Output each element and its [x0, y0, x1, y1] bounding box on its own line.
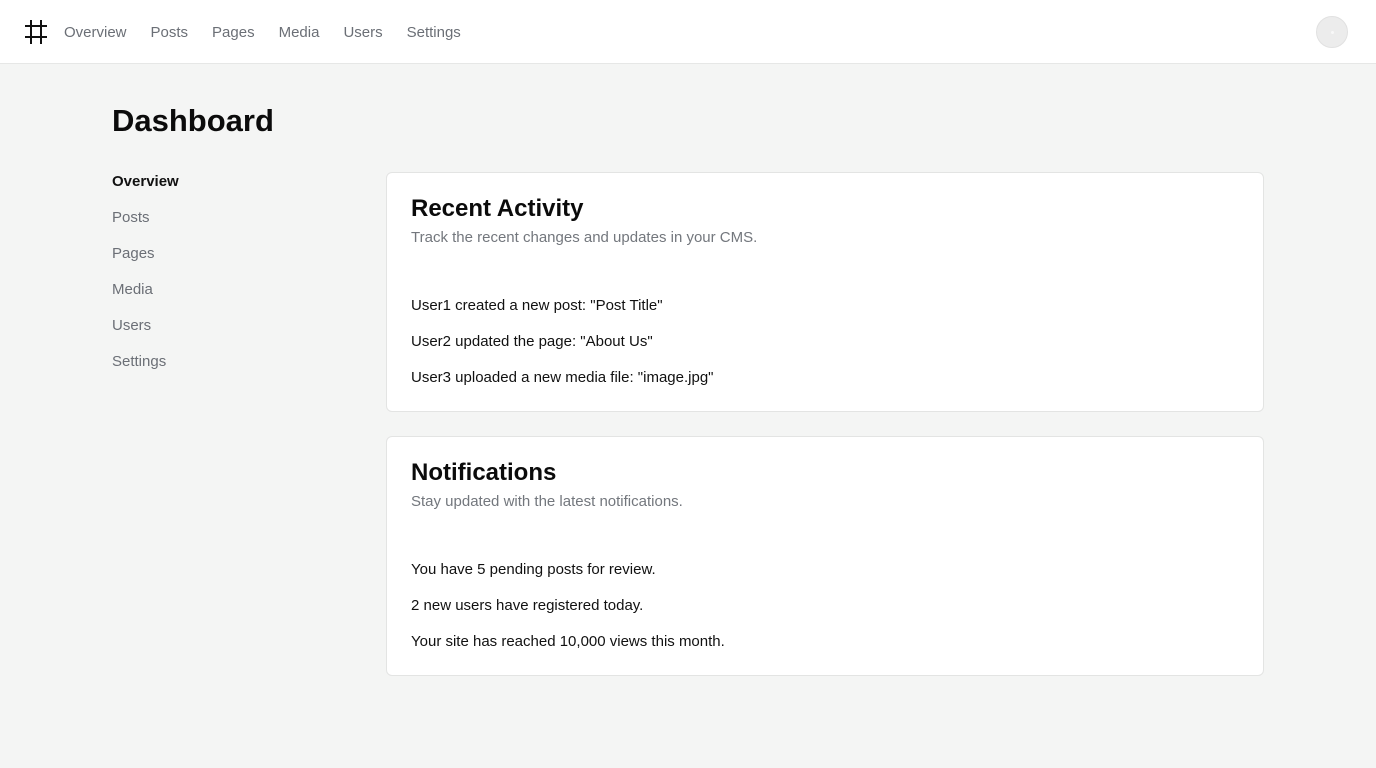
list-item: User1 created a new post: "Post Title" — [411, 297, 663, 314]
top-nav-posts[interactable]: Posts — [151, 24, 189, 41]
list-item: 2 new users have registered today. — [411, 597, 644, 614]
top-nav: Overview Posts Pages Media Users Setting… — [64, 0, 461, 64]
notification-list: You have 5 pending posts for review. 2 n… — [411, 561, 725, 669]
activity-list: User1 created a new post: "Post Title" U… — [411, 297, 714, 405]
card-title: Notifications — [411, 459, 557, 486]
sidebar-item-users[interactable]: Users — [112, 317, 179, 353]
top-nav-users[interactable]: Users — [343, 24, 382, 41]
sidebar-item-posts[interactable]: Posts — [112, 209, 179, 245]
list-item: Your site has reached 10,000 views this … — [411, 633, 725, 650]
hash-frame-icon[interactable] — [25, 20, 47, 44]
sidebar: Overview Posts Pages Media Users Setting… — [112, 173, 179, 389]
card-subtitle: Track the recent changes and updates in … — [411, 229, 758, 246]
page-title: Dashboard — [112, 103, 274, 138]
notifications-card: Notifications Stay updated with the late… — [386, 436, 1264, 676]
top-nav-settings[interactable]: Settings — [407, 24, 461, 41]
list-item: User3 uploaded a new media file: "image.… — [411, 369, 714, 386]
top-nav-pages[interactable]: Pages — [212, 24, 255, 41]
top-navbar: Overview Posts Pages Media Users Setting… — [0, 0, 1376, 64]
recent-activity-card: Recent Activity Track the recent changes… — [386, 172, 1264, 412]
sidebar-item-media[interactable]: Media — [112, 281, 179, 317]
list-item: User2 updated the page: "About Us" — [411, 333, 653, 350]
top-nav-overview[interactable]: Overview — [64, 24, 127, 41]
list-item: You have 5 pending posts for review. — [411, 561, 656, 578]
top-nav-media[interactable]: Media — [279, 24, 320, 41]
card-subtitle: Stay updated with the latest notificatio… — [411, 493, 683, 510]
sidebar-item-overview[interactable]: Overview — [112, 173, 179, 209]
avatar[interactable] — [1316, 16, 1348, 48]
card-title: Recent Activity — [411, 195, 584, 222]
sidebar-item-pages[interactable]: Pages — [112, 245, 179, 281]
sidebar-item-settings[interactable]: Settings — [112, 353, 179, 389]
